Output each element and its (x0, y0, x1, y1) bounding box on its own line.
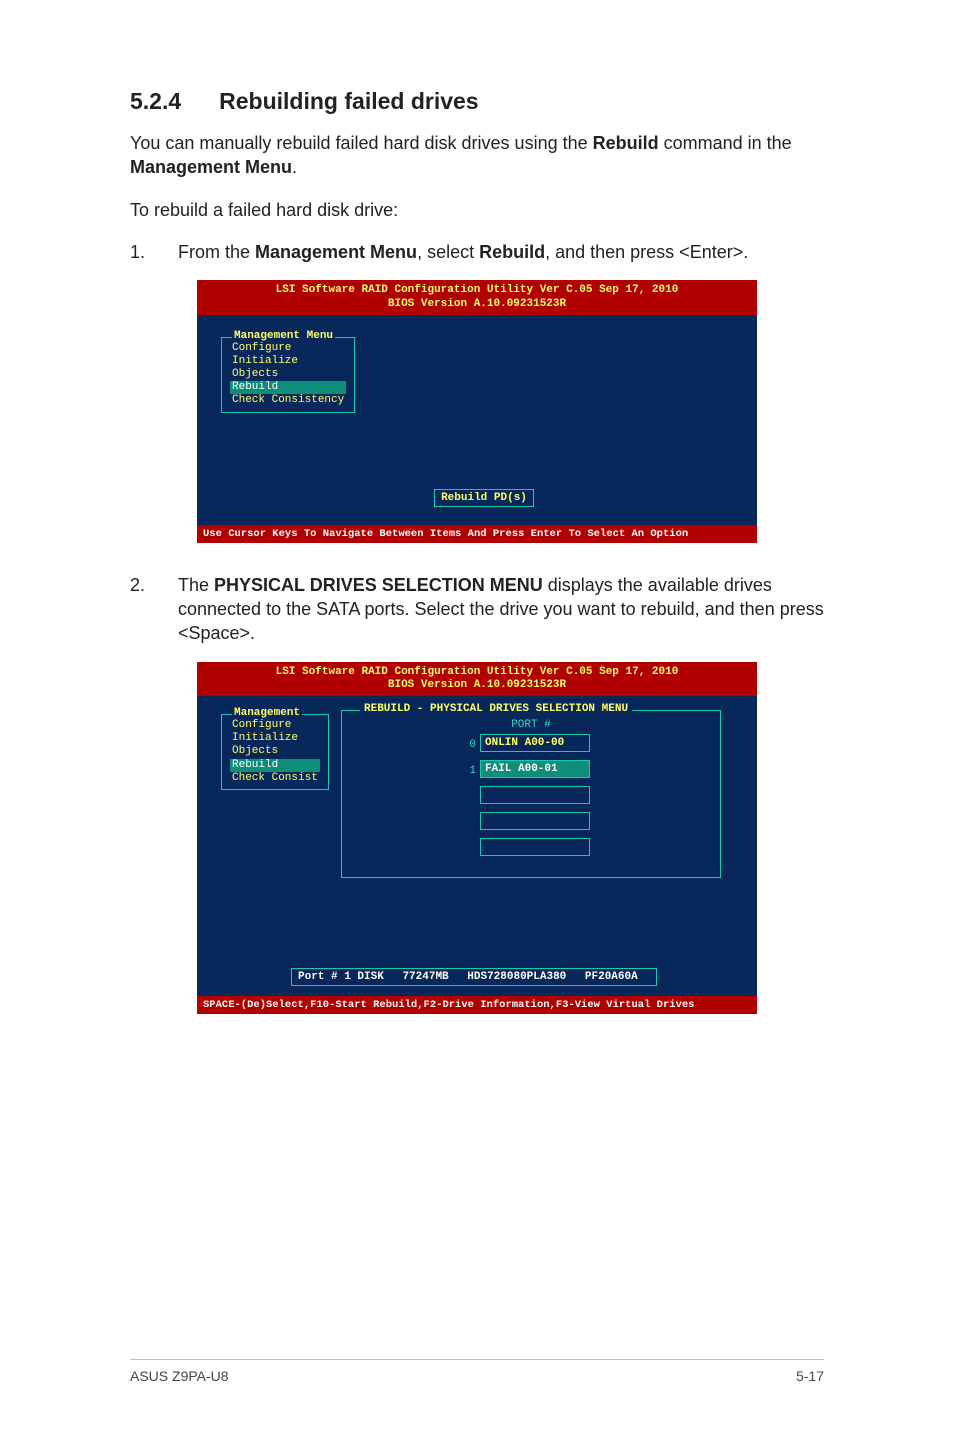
bios-header-line1: LSI Software RAID Configuration Utility … (197, 284, 757, 298)
management-menu: Management ConfigureInitializeObjectsReb… (221, 714, 329, 790)
hint-wrap: Rebuild PD(s) (221, 489, 747, 507)
bios-body: Management ConfigureInitializeObjectsReb… (197, 696, 757, 996)
management-menu: Management Menu ConfigureInitializeObjec… (221, 337, 355, 413)
step-1: 1. From the Management Menu, select Rebu… (130, 240, 824, 264)
port-index: 0 (466, 739, 476, 751)
bold-text: Rebuild (479, 242, 545, 262)
bios-header-line2: BIOS Version A.10.09231523R (197, 298, 757, 312)
menu-item[interactable]: Objects (230, 368, 346, 381)
footer-left: ASUS Z9PA-U8 (130, 1368, 229, 1384)
port-info-size: 77247MB (402, 971, 448, 983)
menu-item[interactable]: Configure (230, 342, 346, 355)
port-table: PORT # 0 ONLIN A00-00 1 FAIL A00-01 (466, 719, 596, 860)
text: , select (417, 242, 479, 262)
rebuild-title: REBUILD - PHYSICAL DRIVES SELECTION MENU (360, 703, 632, 715)
menu-item[interactable]: Rebuild (230, 381, 346, 394)
step-2: 2. The PHYSICAL DRIVES SELECTION MENU di… (130, 573, 824, 646)
port-info-port: Port # 1 DISK (298, 971, 384, 983)
port-header: PORT # (466, 719, 596, 731)
bios-body: Management Menu ConfigureInitializeObjec… (197, 315, 757, 525)
footer-right: 5-17 (796, 1368, 824, 1384)
status-line: SPACE-(De)Select,F10-Start Rebuild,F2-Dr… (197, 996, 757, 1014)
step-text: From the Management Menu, select Rebuild… (178, 240, 824, 264)
menu-list: ConfigureInitializeObjectsRebuildCheck C… (230, 719, 320, 785)
text: command in the (659, 133, 792, 153)
port-info-model: HDS728080PLA380 (467, 971, 566, 983)
physical-drives-selection-menu: REBUILD - PHYSICAL DRIVES SELECTION MENU… (341, 710, 721, 878)
port-cell-empty (480, 812, 590, 830)
menu-item[interactable]: Check Consist (230, 772, 320, 785)
step-text: The PHYSICAL DRIVES SELECTION MENU displ… (178, 573, 824, 646)
port-cell-empty (480, 786, 590, 804)
bold-text: Management Menu (255, 242, 417, 262)
hint-box: Rebuild PD(s) (434, 489, 534, 507)
port-index: 1 (466, 765, 476, 777)
bold-text: Rebuild (593, 133, 659, 153)
bios-header-line1: LSI Software RAID Configuration Utility … (197, 666, 757, 680)
text: The (178, 575, 214, 595)
menu-item[interactable]: Rebuild (230, 759, 320, 772)
page-footer: ASUS Z9PA-U8 5-17 (130, 1359, 824, 1384)
text: You can manually rebuild failed hard dis… (130, 133, 593, 153)
bold-text: PHYSICAL DRIVES SELECTION MENU (214, 575, 543, 595)
menu-list: ConfigureInitializeObjectsRebuildCheck C… (230, 342, 346, 408)
text: , and then press <Enter>. (545, 242, 748, 262)
intro-paragraph: You can manually rebuild failed hard dis… (130, 131, 824, 180)
menu-item[interactable]: Check Consistency (230, 394, 346, 407)
text: From the (178, 242, 255, 262)
bios-screenshot-1: LSI Software RAID Configuration Utility … (197, 280, 757, 542)
section-number: 5.2.4 (130, 88, 181, 115)
section-heading: 5.2.4 Rebuilding failed drives (130, 88, 824, 115)
bios-screenshot-2: LSI Software RAID Configuration Utility … (197, 662, 757, 1014)
bold-text: Management Menu (130, 157, 292, 177)
menu-item[interactable]: Objects (230, 745, 320, 758)
menu-item[interactable]: Configure (230, 719, 320, 732)
menu-title: Management Menu (232, 330, 335, 342)
bios-header: LSI Software RAID Configuration Utility … (197, 280, 757, 315)
menu-item[interactable]: Initialize (230, 732, 320, 745)
step-number: 1. (130, 240, 148, 264)
intro-paragraph-2: To rebuild a failed hard disk drive: (130, 198, 824, 222)
port-cell[interactable]: ONLIN A00-00 (480, 734, 590, 752)
step-number: 2. (130, 573, 148, 646)
text: . (292, 157, 297, 177)
status-line: Use Cursor Keys To Navigate Between Item… (197, 525, 757, 543)
port-info-fw: PF20A60A (585, 971, 638, 983)
menu-item[interactable]: Initialize (230, 355, 346, 368)
port-info-box: Port # 1 DISK 77247MB HDS728080PLA380 PF… (291, 968, 657, 986)
section-title: Rebuilding failed drives (219, 88, 478, 115)
port-cell-empty (480, 838, 590, 856)
menu-title: Management (232, 707, 302, 719)
bios-header-line2: BIOS Version A.10.09231523R (197, 679, 757, 693)
port-cell[interactable]: FAIL A00-01 (480, 760, 590, 778)
bios-header: LSI Software RAID Configuration Utility … (197, 662, 757, 697)
